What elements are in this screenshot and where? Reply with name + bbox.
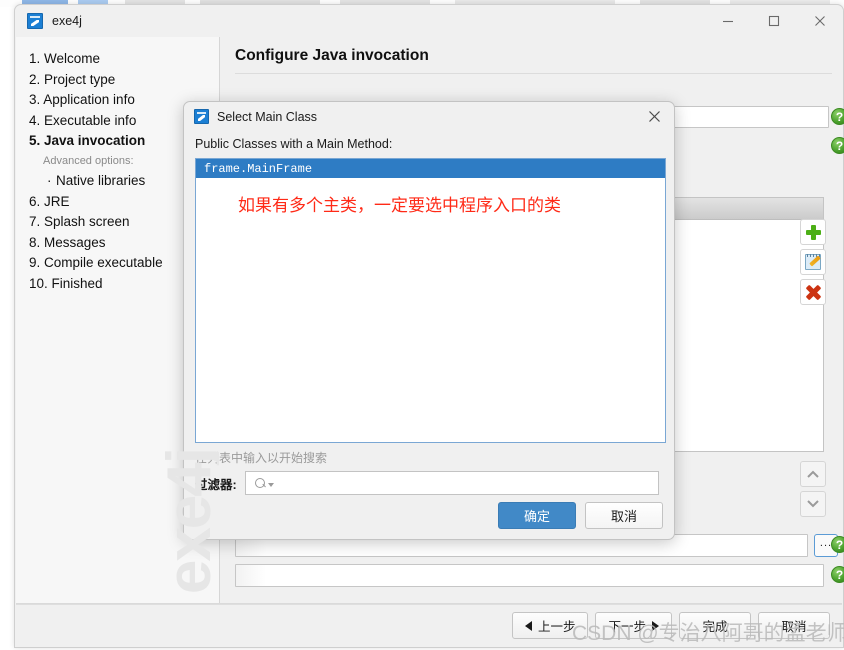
chevron-down-icon[interactable]: [268, 483, 274, 487]
sidebar-item-label: Native libraries: [56, 173, 145, 188]
dialog-titlebar: Select Main Class: [184, 102, 674, 131]
triangle-right-icon: [652, 621, 659, 631]
finish-button-label: 完成: [702, 616, 727, 635]
dialog-title: Select Main Class: [217, 110, 317, 124]
back-button[interactable]: 上一步: [512, 612, 589, 639]
sidebar-item-executable-info[interactable]: 4. Executable info: [29, 111, 219, 132]
sidebar-item-splash-screen[interactable]: 7. Splash screen: [29, 212, 219, 233]
title-divider: [235, 73, 832, 74]
select-main-class-dialog: Select Main Class Public Classes with a …: [183, 101, 675, 540]
list-item[interactable]: frame.MainFrame: [196, 159, 665, 178]
sidebar-item-java-invocation[interactable]: 5. Java invocation: [29, 131, 219, 152]
sidebar-item-finished[interactable]: 10. Finished: [29, 274, 219, 295]
app-icon: [27, 13, 43, 29]
delete-button[interactable]: [800, 279, 826, 305]
bullet-icon: ·: [47, 171, 56, 192]
footer-divider: [16, 604, 842, 605]
triangle-left-icon: [525, 621, 532, 631]
plus-icon: [806, 225, 821, 240]
help-icon-secondary[interactable]: ?: [831, 137, 844, 154]
annotation-text: 如果有多个主类，一定要选中程序入口的类: [238, 191, 561, 216]
add-button[interactable]: [800, 219, 826, 245]
close-icon: [814, 15, 826, 27]
window-controls: [705, 5, 843, 37]
filter-row: 过滤器:: [195, 471, 659, 495]
maximize-button[interactable]: [751, 5, 797, 37]
window-title: exe4j: [52, 14, 82, 28]
page-title: Configure Java invocation: [235, 47, 429, 65]
sidebar-watermark: exe4j: [159, 449, 220, 594]
cancel-button-label: 取消: [781, 616, 806, 635]
edit-button[interactable]: [800, 249, 826, 275]
sidebar-item-jre[interactable]: 6. JRE: [29, 192, 219, 213]
dialog-buttons: 确定 取消: [498, 502, 663, 529]
reorder-toolbar: [800, 461, 826, 521]
wizard-navigation: 上一步 下一步 完成 取消: [512, 612, 830, 639]
sidebar-item-application-info[interactable]: 3. Application info: [29, 90, 219, 111]
dialog-list-label: Public Classes with a Main Method:: [195, 137, 392, 151]
help-icon-vm-parameters[interactable]: ?: [831, 108, 844, 125]
wizard-footer: 上一步 下一步 完成 取消: [16, 603, 842, 646]
dialog-ok-button[interactable]: 确定: [498, 502, 576, 529]
sidebar-item-welcome[interactable]: 1. Welcome: [29, 49, 219, 70]
filter-input[interactable]: [245, 471, 659, 495]
dialog-cancel-button[interactable]: 取消: [585, 502, 663, 529]
sidebar-item-messages[interactable]: 8. Messages: [29, 233, 219, 254]
next-button[interactable]: 下一步: [595, 612, 672, 639]
close-button[interactable]: [797, 5, 843, 37]
help-icon-arguments[interactable]: ?: [831, 566, 844, 583]
sidebar-advanced-options-header: Advanced options:: [29, 152, 219, 171]
screen-root: exe4j exe4j 1. Welcome 2. Project type 3…: [0, 0, 844, 650]
finish-button[interactable]: 完成: [679, 612, 751, 639]
maximize-icon: [768, 15, 780, 27]
classpath-toolbar: [800, 219, 826, 309]
cancel-button[interactable]: 取消: [758, 612, 830, 639]
arguments-input[interactable]: [235, 564, 824, 587]
edit-icon: [805, 254, 821, 270]
search-icon: [255, 478, 266, 489]
chevron-down-icon: [806, 499, 820, 509]
sidebar-item-native-libraries[interactable]: ·Native libraries: [29, 171, 219, 192]
sidebar-item-project-type[interactable]: 2. Project type: [29, 70, 219, 91]
back-button-label: 上一步: [538, 616, 576, 635]
dialog-close-button[interactable]: [634, 102, 674, 131]
chevron-up-icon: [806, 469, 820, 479]
move-up-button[interactable]: [800, 461, 826, 487]
sidebar-items: 1. Welcome 2. Project type 3. Applicatio…: [16, 37, 219, 295]
minimize-button[interactable]: [705, 5, 751, 37]
window-titlebar: exe4j: [15, 5, 843, 37]
x-icon: [806, 285, 821, 300]
move-down-button[interactable]: [800, 491, 826, 517]
help-icon-main-class[interactable]: ?: [831, 536, 844, 553]
sidebar-item-compile-executable[interactable]: 9. Compile executable: [29, 253, 219, 274]
next-button-label: 下一步: [608, 616, 646, 635]
main-class-listbox[interactable]: frame.MainFrame 如果有多个主类，一定要选中程序入口的类: [195, 158, 666, 443]
minimize-icon: [722, 15, 734, 27]
close-icon: [648, 110, 661, 123]
